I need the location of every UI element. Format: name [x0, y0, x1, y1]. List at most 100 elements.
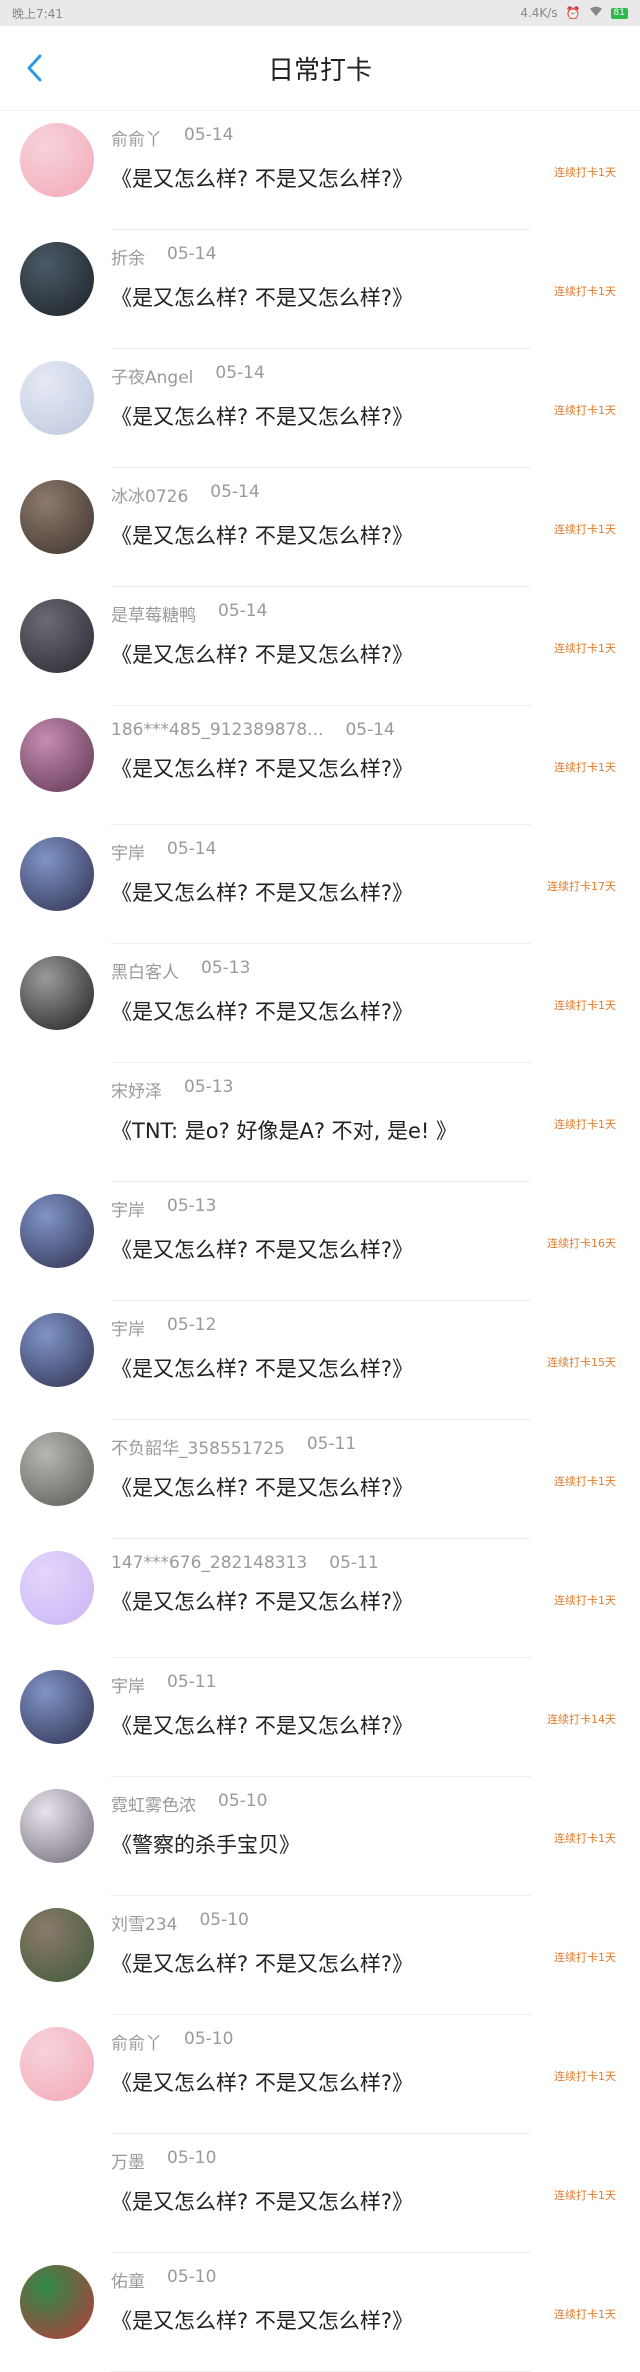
header: 日常打卡 [0, 26, 640, 111]
list-item[interactable]: 俞俞丫 05-14 《是又怎么样? 不是又怎么样?》 连续打卡1天 [0, 111, 640, 230]
list-item[interactable]: 刘雪234 05-10 《是又怎么样? 不是又怎么样?》 连续打卡1天 [0, 1896, 640, 2015]
checkin-message[interactable]: 《是又怎么样? 不是又怎么样?》 [111, 1586, 413, 1616]
avatar[interactable] [20, 837, 94, 911]
avatar[interactable] [20, 956, 94, 1030]
checkin-message[interactable]: 《是又怎么样? 不是又怎么样?》 [111, 1710, 413, 1740]
avatar[interactable] [20, 1432, 94, 1506]
avatar[interactable] [20, 1313, 94, 1387]
user-name[interactable]: 霓虹雾色浓 [111, 1791, 196, 1816]
avatar[interactable] [20, 1194, 94, 1268]
list-item[interactable]: 折余 05-14 《是又怎么样? 不是又怎么样?》 连续打卡1天 [0, 230, 640, 349]
list-item[interactable]: 不负韶华_358551725 05-11 《是又怎么样? 不是又怎么样?》 连续打卡1… [0, 1420, 640, 1539]
checkin-message[interactable]: 《是又怎么样? 不是又怎么样?》 [111, 877, 413, 907]
list-item[interactable]: 冰冰0726 05-14 《是又怎么样? 不是又怎么样?》 连续打卡1天 [0, 468, 640, 587]
checkin-message[interactable]: 《TNT: 是o? 好像是A? 不对, 是e! 》 [111, 1115, 457, 1145]
item-meta: 186***485_912389878... 05-14 [111, 720, 413, 740]
checkin-message[interactable]: 《是又怎么样? 不是又怎么样?》 [111, 2067, 413, 2097]
item-meta: 霓虹雾色浓 05-10 [111, 1791, 300, 1816]
checkin-message[interactable]: 《是又怎么样? 不是又怎么样?》 [111, 163, 413, 193]
list-item[interactable]: 147***676_282148313 05-11 《是又怎么样? 不是又怎么样?》… [0, 1539, 640, 1658]
avatar[interactable] [20, 1551, 94, 1625]
avatar[interactable] [20, 718, 94, 792]
checkin-date: 05-13 [201, 958, 251, 978]
checkin-date: 05-14 [184, 125, 234, 145]
list-item[interactable]: 万墨 05-10 《是又怎么样? 不是又怎么样?》 连续打卡1天 [0, 2134, 640, 2253]
streak-badge: 连续打卡1天 [554, 404, 616, 417]
user-name[interactable]: 俞俞丫 [111, 2029, 162, 2054]
avatar[interactable] [20, 361, 94, 435]
user-name[interactable]: 宋妤泽 [111, 1077, 162, 1102]
user-name[interactable]: 宇岸 [111, 1672, 145, 1697]
user-name[interactable]: 186***485_912389878... [111, 720, 323, 740]
checkin-date: 05-14 [345, 720, 395, 740]
chevron-left-icon [27, 54, 42, 82]
avatar[interactable] [20, 1789, 94, 1863]
checkin-message[interactable]: 《是又怎么样? 不是又怎么样?》 [111, 1472, 413, 1502]
user-name[interactable]: 佑童 [111, 2267, 145, 2292]
item-texts: 万墨 05-10 《是又怎么样? 不是又怎么样?》 [111, 2148, 413, 2216]
avatar[interactable] [20, 1075, 94, 1149]
checkin-message[interactable]: 《是又怎么样? 不是又怎么样?》 [111, 753, 413, 783]
user-name[interactable]: 冰冰0726 [111, 482, 188, 507]
checkin-date: 05-11 [329, 1553, 379, 1573]
list-item[interactable]: 佑童 05-10 《是又怎么样? 不是又怎么样?》 连续打卡1天 [0, 2253, 640, 2372]
avatar[interactable] [20, 2146, 94, 2220]
user-name[interactable]: 是草莓糖鸭 [111, 601, 196, 626]
streak-badge: 连续打卡17天 [547, 880, 616, 893]
avatar[interactable] [20, 599, 94, 673]
list-item[interactable]: 子夜Angel 05-14 《是又怎么样? 不是又怎么样?》 连续打卡1天 [0, 349, 640, 468]
streak-badge: 连续打卡1天 [554, 1594, 616, 1607]
user-name[interactable]: 147***676_282148313 [111, 1553, 307, 1573]
list-item[interactable]: 宋妤泽 05-13 《TNT: 是o? 好像是A? 不对, 是e! 》 连续打卡1天 [0, 1063, 640, 1182]
avatar[interactable] [20, 480, 94, 554]
checkin-message[interactable]: 《是又怎么样? 不是又怎么样?》 [111, 282, 413, 312]
avatar[interactable] [20, 1670, 94, 1744]
user-name[interactable]: 折余 [111, 244, 145, 269]
user-name[interactable]: 俞俞丫 [111, 125, 162, 150]
checkin-message[interactable]: 《警察的杀手宝贝》 [111, 1829, 300, 1859]
checkin-message[interactable]: 《是又怎么样? 不是又怎么样?》 [111, 520, 413, 550]
checkin-message[interactable]: 《是又怎么样? 不是又怎么样?》 [111, 1353, 413, 1383]
checkin-message[interactable]: 《是又怎么样? 不是又怎么样?》 [111, 2186, 413, 2216]
user-name[interactable]: 黑白客人 [111, 958, 179, 983]
list-item[interactable]: 186***485_912389878... 05-14 《是又怎么样? 不是又怎么… [0, 706, 640, 825]
checkin-message[interactable]: 《是又怎么样? 不是又怎么样?》 [111, 996, 413, 1026]
user-name[interactable]: 子夜Angel [111, 363, 193, 388]
avatar[interactable] [20, 1908, 94, 1982]
list-item[interactable]: 宇岸 05-13 《是又怎么样? 不是又怎么样?》 连续打卡16天 [0, 1182, 640, 1301]
item-texts: 宇岸 05-14 《是又怎么样? 不是又怎么样?》 [111, 839, 413, 907]
checkin-message[interactable]: 《是又怎么样? 不是又怎么样?》 [111, 1948, 413, 1978]
list-item[interactable]: 宇岸 05-11 《是又怎么样? 不是又怎么样?》 连续打卡14天 [0, 1658, 640, 1777]
item-texts: 147***676_282148313 05-11 《是又怎么样? 不是又怎么样?》 [111, 1553, 413, 1616]
streak-badge: 连续打卡1天 [554, 1832, 616, 1845]
list-item[interactable]: 宇岸 05-12 《是又怎么样? 不是又怎么样?》 连续打卡15天 [0, 1301, 640, 1420]
streak-badge: 连续打卡1天 [554, 1475, 616, 1488]
user-name[interactable]: 刘雪234 [111, 1910, 177, 1935]
avatar[interactable] [20, 123, 94, 197]
checkin-message[interactable]: 《是又怎么样? 不是又怎么样?》 [111, 1234, 413, 1264]
user-name[interactable]: 万墨 [111, 2148, 145, 2173]
list-item[interactable]: 霓虹雾色浓 05-10 《警察的杀手宝贝》 连续打卡1天 [0, 1777, 640, 1896]
avatar[interactable] [20, 242, 94, 316]
user-name[interactable]: 宇岸 [111, 839, 145, 864]
back-button[interactable] [14, 48, 54, 88]
checkin-message[interactable]: 《是又怎么样? 不是又怎么样?》 [111, 401, 413, 431]
streak-badge: 连续打卡1天 [554, 523, 616, 536]
item-meta: 147***676_282148313 05-11 [111, 1553, 413, 1573]
avatar[interactable] [20, 2265, 94, 2339]
item-texts: 宋妤泽 05-13 《TNT: 是o? 好像是A? 不对, 是e! 》 [111, 1077, 457, 1145]
streak-badge: 连续打卡1天 [554, 1118, 616, 1131]
checkin-message[interactable]: 《是又怎么样? 不是又怎么样?》 [111, 2305, 413, 2335]
list-item[interactable]: 是草莓糖鸭 05-14 《是又怎么样? 不是又怎么样?》 连续打卡1天 [0, 587, 640, 706]
user-name[interactable]: 宇岸 [111, 1196, 145, 1221]
list-item[interactable]: 俞俞丫 05-10 《是又怎么样? 不是又怎么样?》 连续打卡1天 [0, 2015, 640, 2134]
user-name[interactable]: 不负韶华_358551725 [111, 1434, 285, 1459]
avatar[interactable] [20, 2027, 94, 2101]
list-item[interactable]: 宇岸 05-14 《是又怎么样? 不是又怎么样?》 连续打卡17天 [0, 825, 640, 944]
checkin-message[interactable]: 《是又怎么样? 不是又怎么样?》 [111, 639, 413, 669]
user-name[interactable]: 宇岸 [111, 1315, 145, 1340]
item-meta: 不负韶华_358551725 05-11 [111, 1434, 413, 1459]
status-indicators: 4.4K/s ⏰ 81 [520, 6, 628, 20]
checkin-date: 05-14 [218, 601, 268, 621]
list-item[interactable]: 黑白客人 05-13 《是又怎么样? 不是又怎么样?》 连续打卡1天 [0, 944, 640, 1063]
